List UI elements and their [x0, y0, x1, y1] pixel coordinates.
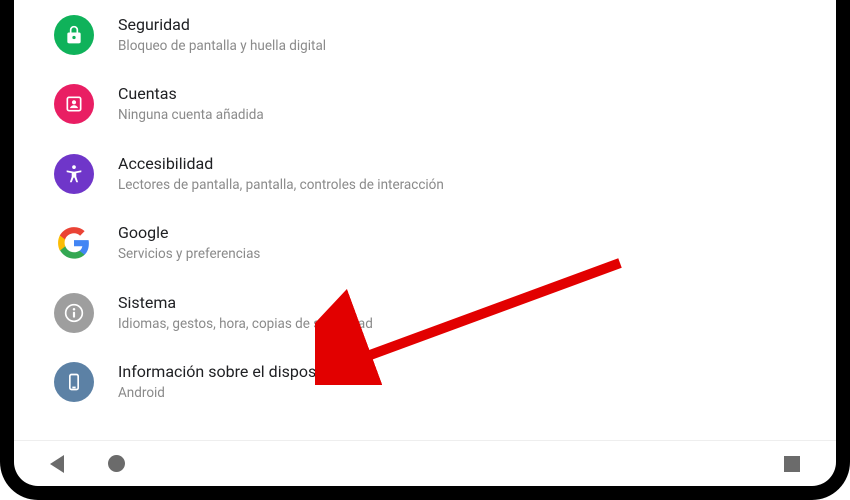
settings-list: Seguridad Bloqueo de pantalla y huella d…	[14, 0, 836, 417]
settings-item-google[interactable]: Google Servicios y preferencias	[30, 208, 820, 277]
lock-icon	[54, 15, 94, 55]
settings-item-title: Información sobre el dispositivo	[118, 361, 346, 383]
settings-item-device-info[interactable]: Información sobre el dispositivo Android	[30, 347, 820, 416]
settings-item-accounts[interactable]: Cuentas Ninguna cuenta añadida	[30, 69, 820, 138]
settings-item-title: Cuentas	[118, 83, 264, 105]
info-icon	[54, 293, 94, 333]
settings-screen: Seguridad Bloqueo de pantalla y huella d…	[14, 0, 836, 440]
settings-item-subtitle: Idiomas, gestos, hora, copias de segurid…	[118, 315, 373, 334]
settings-item-title: Google	[118, 222, 260, 244]
settings-item-subtitle: Lectores de pantalla, pantalla, controle…	[118, 176, 444, 195]
phone-icon	[54, 362, 94, 402]
navigation-bar	[14, 440, 836, 486]
settings-item-title: Seguridad	[118, 14, 326, 36]
settings-item-system[interactable]: Sistema Idiomas, gestos, hora, copias de…	[30, 278, 820, 347]
nav-home-icon[interactable]	[108, 455, 125, 472]
settings-item-title: Sistema	[118, 292, 373, 314]
settings-item-title: Accesibilidad	[118, 153, 444, 175]
settings-item-subtitle: Android	[118, 384, 346, 403]
settings-item-accessibility[interactable]: Accesibilidad Lectores de pantalla, pant…	[30, 139, 820, 208]
accessibility-icon	[54, 154, 94, 194]
settings-item-subtitle: Bloqueo de pantalla y huella digital	[118, 37, 326, 56]
settings-item-security[interactable]: Seguridad Bloqueo de pantalla y huella d…	[30, 0, 820, 69]
nav-recent-icon[interactable]	[784, 456, 800, 472]
account-icon	[54, 84, 94, 124]
nav-back-icon[interactable]	[50, 455, 64, 473]
google-icon	[54, 223, 94, 263]
settings-item-subtitle: Servicios y preferencias	[118, 245, 260, 264]
settings-item-subtitle: Ninguna cuenta añadida	[118, 106, 264, 125]
